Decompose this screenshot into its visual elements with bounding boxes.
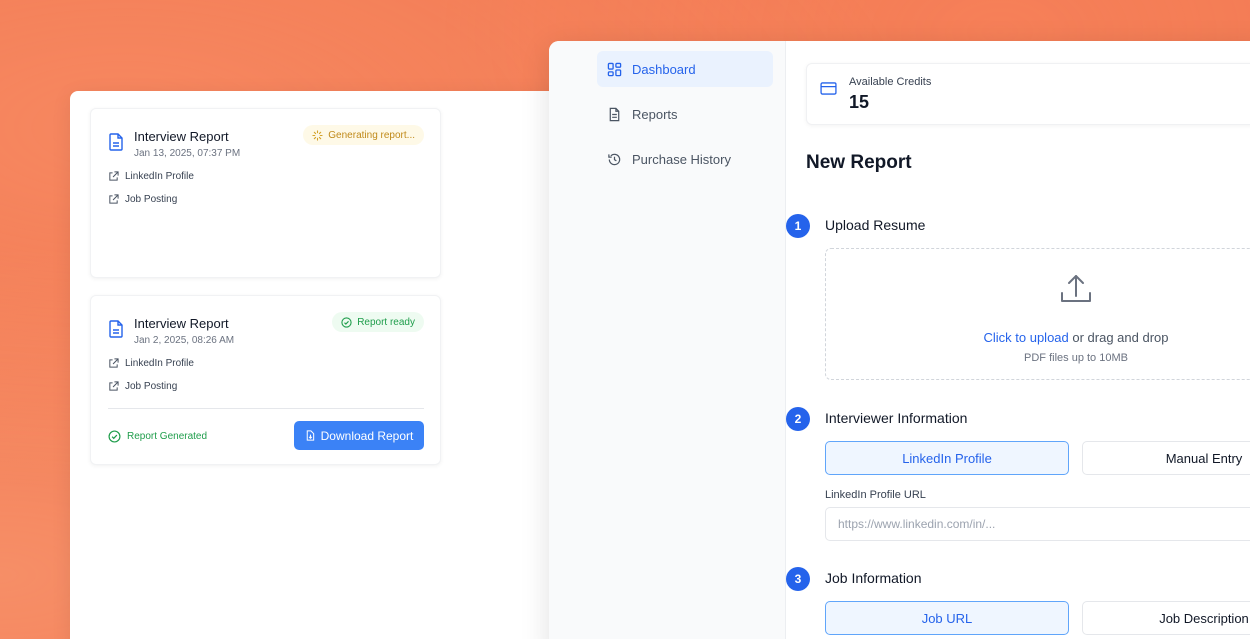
linkedin-profile-link[interactable]: LinkedIn Profile <box>108 171 194 182</box>
main-content: Available Credits 15 New Report 1 Upload… <box>786 41 1250 639</box>
file-download-icon <box>306 430 314 441</box>
report-card[interactable]: Interview Report Jan 13, 2025, 07:37 PM … <box>90 108 441 278</box>
sidebar-item-label: Dashboard <box>632 61 696 77</box>
external-link-icon <box>109 194 119 204</box>
step-3: 3 Job Information <box>786 567 922 591</box>
manual-entry-option[interactable]: Manual Entry <box>1082 441 1250 475</box>
download-report-button[interactable]: Download Report <box>294 421 424 450</box>
reports-list-window: Interview Report Jan 13, 2025, 07:37 PM … <box>70 91 570 639</box>
linkedin-profile-option[interactable]: LinkedIn Profile <box>825 441 1069 475</box>
report-date: Jan 13, 2025, 07:37 PM <box>134 148 241 159</box>
divider <box>108 408 424 409</box>
upload-hint: PDF files up to 10MB <box>1024 352 1128 364</box>
step-title: Job Information <box>825 570 922 586</box>
report-generated-label: Report Generated <box>127 431 208 442</box>
page-title: New Report <box>806 152 912 173</box>
job-posting-link[interactable]: Job Posting <box>108 381 177 392</box>
file-text-icon <box>609 107 620 121</box>
step-title: Interviewer Information <box>825 410 968 426</box>
resume-upload-dropzone[interactable]: Click to upload or drag and drop PDF fil… <box>825 248 1250 380</box>
status-badge: Report ready <box>332 312 424 332</box>
credits-label: Available Credits <box>849 76 932 88</box>
step-number: 1 <box>786 214 810 238</box>
status-badge: Generating report... <box>303 125 424 145</box>
step-number: 3 <box>786 567 810 591</box>
history-icon <box>608 153 621 165</box>
grid-icon <box>607 62 622 76</box>
dashboard-window: Dashboard Reports Purchase History Avail… <box>549 41 1250 639</box>
download-report-label: Download Report <box>320 428 414 443</box>
check-circle-icon <box>108 430 121 443</box>
report-card[interactable]: Interview Report Jan 2, 2025, 08:26 AM R… <box>90 295 441 465</box>
job-description-option[interactable]: Job Description <box>1082 601 1250 635</box>
job-posting-link[interactable]: Job Posting <box>108 194 177 205</box>
linkedin-url-input[interactable] <box>825 507 1250 541</box>
step-number: 2 <box>786 407 810 431</box>
click-to-upload-link[interactable]: Click to upload <box>983 330 1068 345</box>
sidebar: Dashboard Reports Purchase History <box>549 41 786 639</box>
linkedin-url-label: LinkedIn Profile URL <box>825 489 926 501</box>
report-title: Interview Report <box>134 316 229 331</box>
external-link-icon <box>109 358 119 368</box>
report-card-header: Interview Report Jan 13, 2025, 07:37 PM <box>108 129 240 159</box>
sidebar-item-dashboard[interactable]: Dashboard <box>597 51 773 87</box>
external-link-icon <box>109 171 119 181</box>
check-circle-icon <box>341 316 352 328</box>
report-title: Interview Report <box>134 129 229 144</box>
credits-value: 15 <box>849 92 870 112</box>
step-1: 1 Upload Resume <box>786 214 925 238</box>
sidebar-item-purchase-history[interactable]: Purchase History <box>597 141 773 177</box>
step-2: 2 Interviewer Information <box>786 407 967 431</box>
report-date: Jan 2, 2025, 08:26 AM <box>134 335 235 346</box>
link-label: Job Posting <box>125 381 178 392</box>
drag-drop-text: or drag and drop <box>1068 330 1169 345</box>
status-badge-label: Generating report... <box>328 129 415 141</box>
step-title: Upload Resume <box>825 217 926 233</box>
link-label: LinkedIn Profile <box>125 171 194 182</box>
available-credits-card: Available Credits 15 <box>806 63 1250 125</box>
status-badge-label: Report ready <box>357 316 415 328</box>
document-icon <box>109 133 123 151</box>
link-label: Job Posting <box>125 194 178 205</box>
external-link-icon <box>109 381 119 391</box>
sidebar-item-reports[interactable]: Reports <box>597 96 773 132</box>
upload-icon <box>1061 275 1091 302</box>
sidebar-item-label: Purchase History <box>632 151 731 167</box>
report-card-header: Interview Report Jan 2, 2025, 08:26 AM <box>108 316 234 346</box>
upload-instructions: Click to upload or drag and drop <box>826 330 1250 345</box>
report-generated-status: Report Generated <box>108 430 207 443</box>
document-icon <box>109 320 123 338</box>
sidebar-item-label: Reports <box>632 106 678 122</box>
link-label: LinkedIn Profile <box>125 358 194 369</box>
credit-card-icon <box>820 82 837 95</box>
linkedin-profile-link[interactable]: LinkedIn Profile <box>108 358 194 369</box>
job-url-option[interactable]: Job URL <box>825 601 1069 635</box>
spinner-icon <box>312 129 323 141</box>
